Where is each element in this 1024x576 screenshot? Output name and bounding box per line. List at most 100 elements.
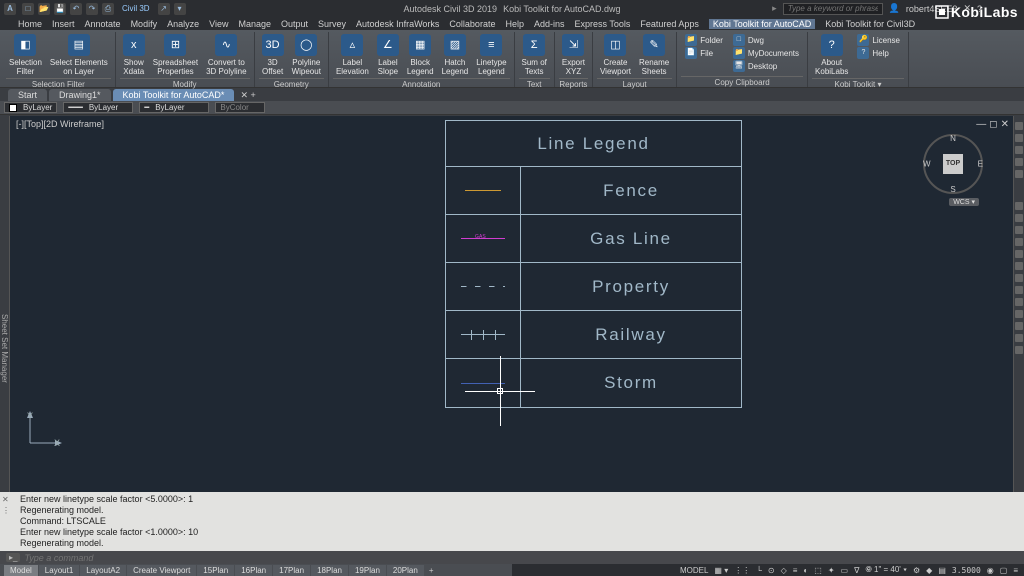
qat-open-icon[interactable]: 📂 <box>38 3 50 15</box>
layout-tab[interactable]: 20Plan <box>387 565 424 576</box>
qat-dropdown-icon[interactable]: ▾ <box>174 3 186 15</box>
new-drawing-tab[interactable]: ✕ + <box>236 90 259 101</box>
qat-print-icon[interactable]: ⎙ <box>102 3 114 15</box>
linetype-combo[interactable]: ━━━ ByLayer <box>63 102 133 113</box>
status-model[interactable]: MODEL <box>680 566 708 575</box>
lineweight-combo[interactable]: ━ ByLayer <box>139 102 209 113</box>
status-osnap-icon[interactable]: ◇ <box>781 566 787 575</box>
status-isolate-icon[interactable]: ◉ <box>987 566 994 575</box>
command-prompt-icon[interactable]: ▸_ <box>6 553 20 562</box>
layout-tab[interactable]: Layout1 <box>39 565 79 576</box>
keyword-search-input[interactable] <box>783 3 883 15</box>
nav-tool-icon[interactable] <box>1015 298 1023 306</box>
nav-tool-icon[interactable] <box>1015 310 1023 318</box>
ribbon-button[interactable]: ∠LabelSlope <box>374 32 402 78</box>
layout-tab[interactable]: 15Plan <box>197 565 234 576</box>
nav-tool-icon[interactable] <box>1015 250 1023 258</box>
layout-tab[interactable]: 18Plan <box>311 565 348 576</box>
ribbon-button[interactable]: ▦BlockLegend <box>404 32 437 78</box>
nav-orbit-icon[interactable] <box>1015 158 1023 166</box>
ribbon-button[interactable]: ▨HatchLegend <box>439 32 472 78</box>
layout-tab[interactable]: Create Viewport <box>127 565 196 576</box>
ribbon-button[interactable]: ▵LabelElevation <box>333 32 372 78</box>
status-transparency-icon[interactable]: ◐ <box>803 566 808 575</box>
ribbon-button[interactable]: ∿Convert to3D Polyline <box>203 32 249 78</box>
menu-tab[interactable]: Help <box>505 19 524 29</box>
menu-tab[interactable]: Annotate <box>85 19 121 29</box>
version-tag[interactable]: Civil 3D <box>118 3 154 15</box>
ribbon-button[interactable]: ?AboutKobiLabs <box>812 32 851 78</box>
menu-tab[interactable]: Output <box>281 19 308 29</box>
wcs-dropdown[interactable]: WCS ▾ <box>949 198 979 206</box>
drawing-tab[interactable]: Kobi Toolkit for AutoCAD* <box>113 89 235 101</box>
status-clean-icon[interactable]: ▢ <box>1000 566 1008 575</box>
status-ortho-icon[interactable]: └ <box>756 566 762 575</box>
maximize-icon[interactable]: ◻ <box>989 119 997 130</box>
status-snap-icon[interactable]: ⋮⋮ <box>734 566 750 575</box>
sheet-set-manager-palette[interactable]: Sheet Set Manager <box>0 116 10 531</box>
viewcube-top-face[interactable]: TOP <box>943 154 963 174</box>
status-polar-icon[interactable]: ⊙ <box>768 566 775 575</box>
qat-save-icon[interactable]: 💾 <box>54 3 66 15</box>
viewcube-south[interactable]: S <box>950 185 955 194</box>
status-annoscale[interactable]: 🞋 1" = 40' ▾ <box>865 565 907 575</box>
nav-tool-icon[interactable] <box>1015 286 1023 294</box>
minimize-icon[interactable]: — <box>976 119 986 130</box>
close-icon[interactable]: ✕ <box>1001 119 1009 130</box>
nav-tool-icon[interactable] <box>1015 274 1023 282</box>
nav-tool-icon[interactable] <box>1015 226 1023 234</box>
status-select2-icon[interactable]: ▭ <box>841 566 849 575</box>
ribbon-small-button[interactable]: 📁MyDocuments <box>733 47 799 59</box>
ribbon-small-button[interactable]: 📁Folder <box>685 34 723 46</box>
status-units-icon[interactable]: ▤ <box>938 566 946 575</box>
nav-zoom-icon[interactable] <box>1015 146 1023 154</box>
ribbon-button[interactable]: ⊞SpreadsheetProperties <box>150 32 201 78</box>
menu-tab[interactable]: Insert <box>52 19 75 29</box>
command-history[interactable]: ✕⋮ Enter new linetype scale factor <5.00… <box>0 492 1024 551</box>
ribbon-button[interactable]: ◫CreateViewport <box>597 32 634 78</box>
layer-combo[interactable]: ByLayer <box>4 102 57 113</box>
menu-tab[interactable]: Collaborate <box>449 19 495 29</box>
layout-tab[interactable]: 17Plan <box>273 565 310 576</box>
menu-tab[interactable]: Autodesk InfraWorks <box>356 19 439 29</box>
ribbon-small-button[interactable]: ?Help <box>857 47 900 59</box>
menu-tab[interactable]: Manage <box>238 19 271 29</box>
nav-tool-icon[interactable] <box>1015 346 1023 354</box>
menu-tab[interactable]: Home <box>18 19 42 29</box>
layout-tab[interactable]: Model <box>4 565 38 576</box>
qat-undo-icon[interactable]: ↶ <box>70 3 82 15</box>
layout-tab[interactable]: 19Plan <box>349 565 386 576</box>
status-lineweight-icon[interactable]: ≡ <box>793 566 798 575</box>
viewport-label[interactable]: [-][Top][2D Wireframe] <box>16 119 104 129</box>
status-coordinate[interactable]: 3.5000 <box>952 566 981 575</box>
viewcube-west[interactable]: W <box>923 160 931 169</box>
qat-redo-icon[interactable]: ↷ <box>86 3 98 15</box>
ribbon-small-button[interactable]: 📄File <box>685 47 723 59</box>
nav-tool-icon[interactable] <box>1015 262 1023 270</box>
ribbon-small-button[interactable]: 🔑License <box>857 34 900 46</box>
ribbon-small-button[interactable]: □Dwg <box>733 34 799 46</box>
app-icon[interactable]: A <box>4 3 16 15</box>
menu-tab[interactable]: Kobi Toolkit for Civil3D <box>825 19 915 29</box>
color-combo[interactable]: ByColor <box>215 102 265 113</box>
ribbon-button[interactable]: 3D3DOffset <box>259 32 287 78</box>
nav-tool-icon[interactable] <box>1015 214 1023 222</box>
command-line[interactable]: ▸_ <box>0 551 1024 564</box>
status-grid-icon[interactable]: ▦ ▾ <box>714 566 728 575</box>
viewcube-north[interactable]: N <box>950 134 956 143</box>
nav-tool-icon[interactable] <box>1015 322 1023 330</box>
nav-wheel-icon[interactable] <box>1015 122 1023 130</box>
nav-tool-icon[interactable] <box>1015 238 1023 246</box>
menu-tab[interactable]: Survey <box>318 19 346 29</box>
ribbon-small-button[interactable]: 🖥Desktop <box>733 60 799 72</box>
qat-share-icon[interactable]: ↗ <box>158 3 170 15</box>
status-monitor-icon[interactable]: ◆ <box>926 566 932 575</box>
ribbon-button[interactable]: ▤Select Elementson Layer <box>47 32 111 78</box>
layout-tab[interactable]: 16Plan <box>235 565 272 576</box>
drawing-tab[interactable]: Start <box>8 89 47 101</box>
cmd-handle-icon[interactable]: ⋮ <box>2 505 10 516</box>
menu-tab[interactable]: Modify <box>131 19 158 29</box>
new-layout-tab[interactable]: + <box>425 566 438 575</box>
ribbon-button[interactable]: ⇲ExportXYZ <box>559 32 588 78</box>
drawing-canvas[interactable]: [-][Top][2D Wireframe] — ◻ ✕ TOP N S E W… <box>10 116 1013 531</box>
